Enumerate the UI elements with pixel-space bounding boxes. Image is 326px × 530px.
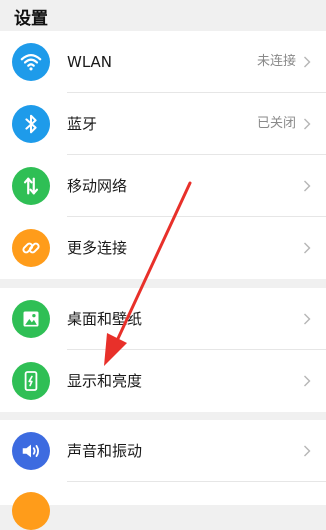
settings-group-sound: 声音和振动 xyxy=(0,420,326,530)
mobile-network-label: 移动网络 xyxy=(67,177,128,195)
chevron-right-icon xyxy=(304,375,311,387)
bluetooth-icon xyxy=(12,105,50,143)
settings-item-more-connections[interactable]: 更多连接 xyxy=(0,217,326,279)
settings-item-desktop-wallpaper[interactable]: 桌面和壁纸 xyxy=(0,288,326,350)
settings-group-display: 桌面和壁纸 显示和亮度 xyxy=(0,288,326,412)
mobile-data-icon xyxy=(12,167,50,205)
page-title: 设置 xyxy=(14,9,48,29)
chevron-right-icon xyxy=(304,180,311,192)
chevron-right-icon xyxy=(304,313,311,325)
settings-item-wlan[interactable]: WLAN 未连接 xyxy=(0,31,326,93)
settings-item-bluetooth[interactable]: 蓝牙 已关闭 xyxy=(0,93,326,155)
wlan-status: 未连接 xyxy=(256,54,296,69)
image-icon xyxy=(12,300,50,338)
settings-item-mobile-network[interactable]: 移动网络 xyxy=(0,155,326,217)
more-connections-label: 更多连接 xyxy=(67,239,128,257)
bluetooth-status: 已关闭 xyxy=(256,116,296,131)
bluetooth-label: 蓝牙 xyxy=(67,115,98,133)
divider xyxy=(67,481,326,482)
settings-group-connectivity: WLAN 未连接 蓝牙 已关闭 移动网络 更多连接 xyxy=(0,31,326,279)
settings-item-display-brightness[interactable]: 显示和亮度 xyxy=(0,350,326,412)
desktop-wallpaper-label: 桌面和壁纸 xyxy=(67,310,143,328)
partial-settings-item[interactable] xyxy=(12,492,50,530)
link-icon xyxy=(12,229,50,267)
settings-item-sound-vibration[interactable]: 声音和振动 xyxy=(0,420,326,482)
chevron-right-icon xyxy=(304,56,311,68)
chevron-right-icon xyxy=(304,118,311,130)
display-brightness-icon xyxy=(12,362,50,400)
chevron-right-icon xyxy=(304,242,311,254)
display-brightness-label: 显示和亮度 xyxy=(67,372,143,390)
sound-vibration-label: 声音和振动 xyxy=(67,442,143,460)
wifi-icon xyxy=(12,43,50,81)
wlan-label: WLAN xyxy=(67,53,113,71)
speaker-icon xyxy=(12,432,50,470)
chevron-right-icon xyxy=(304,445,311,457)
